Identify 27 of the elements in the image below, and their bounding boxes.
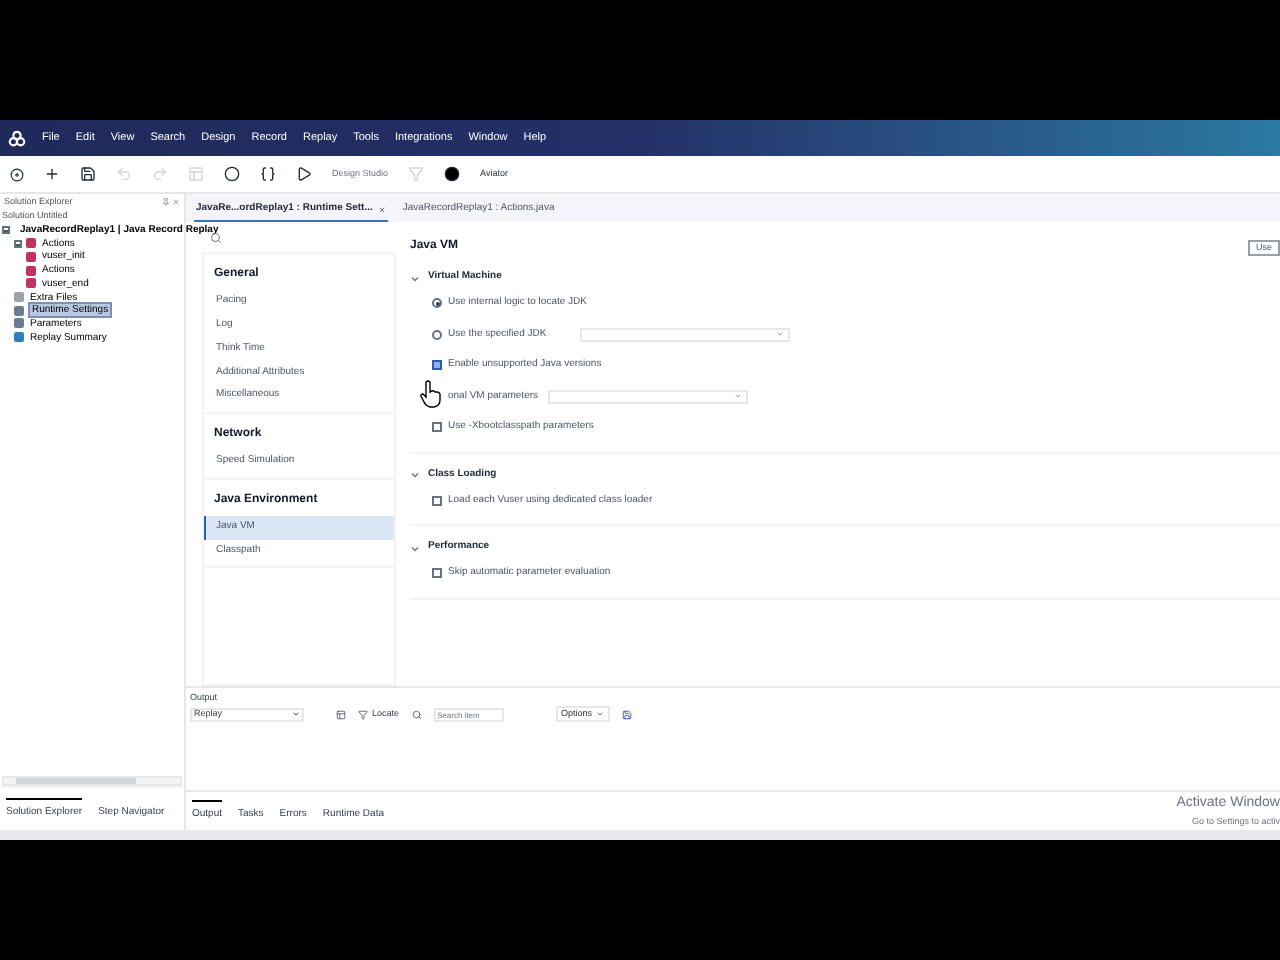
- filter-icon[interactable]: [358, 709, 368, 719]
- save-icon[interactable]: [80, 166, 96, 182]
- record-icon[interactable]: [224, 166, 240, 182]
- pin-icon[interactable]: [162, 198, 170, 206]
- dropdown-field[interactable]: [548, 389, 749, 404]
- search-icon[interactable]: [411, 709, 422, 719]
- app-logo-icon: [8, 129, 26, 147]
- radio-button[interactable]: [432, 329, 442, 340]
- tree-node-icon: [14, 332, 24, 343]
- play-icon[interactable]: [296, 166, 312, 182]
- expander-icon[interactable]: [2, 226, 10, 235]
- braces-icon[interactable]: [260, 166, 276, 182]
- search-icon[interactable]: [210, 232, 222, 244]
- checkbox[interactable]: [432, 568, 442, 579]
- horizontal-scrollbar[interactable]: [2, 776, 182, 786]
- chevron-icon[interactable]: [410, 543, 420, 553]
- checkbox[interactable]: [432, 495, 442, 506]
- chevron-icon[interactable]: [410, 273, 420, 283]
- checkbox[interactable]: [432, 360, 442, 371]
- checkbox[interactable]: [432, 422, 442, 433]
- dropdown-field[interactable]: [580, 327, 791, 342]
- chevron-icon[interactable]: [410, 470, 420, 480]
- panel-icon[interactable]: [336, 709, 346, 719]
- radio-button[interactable]: [432, 298, 442, 309]
- add-icon[interactable]: [44, 166, 60, 182]
- expander-icon[interactable]: [14, 239, 22, 248]
- hand-cursor-icon: [420, 380, 442, 408]
